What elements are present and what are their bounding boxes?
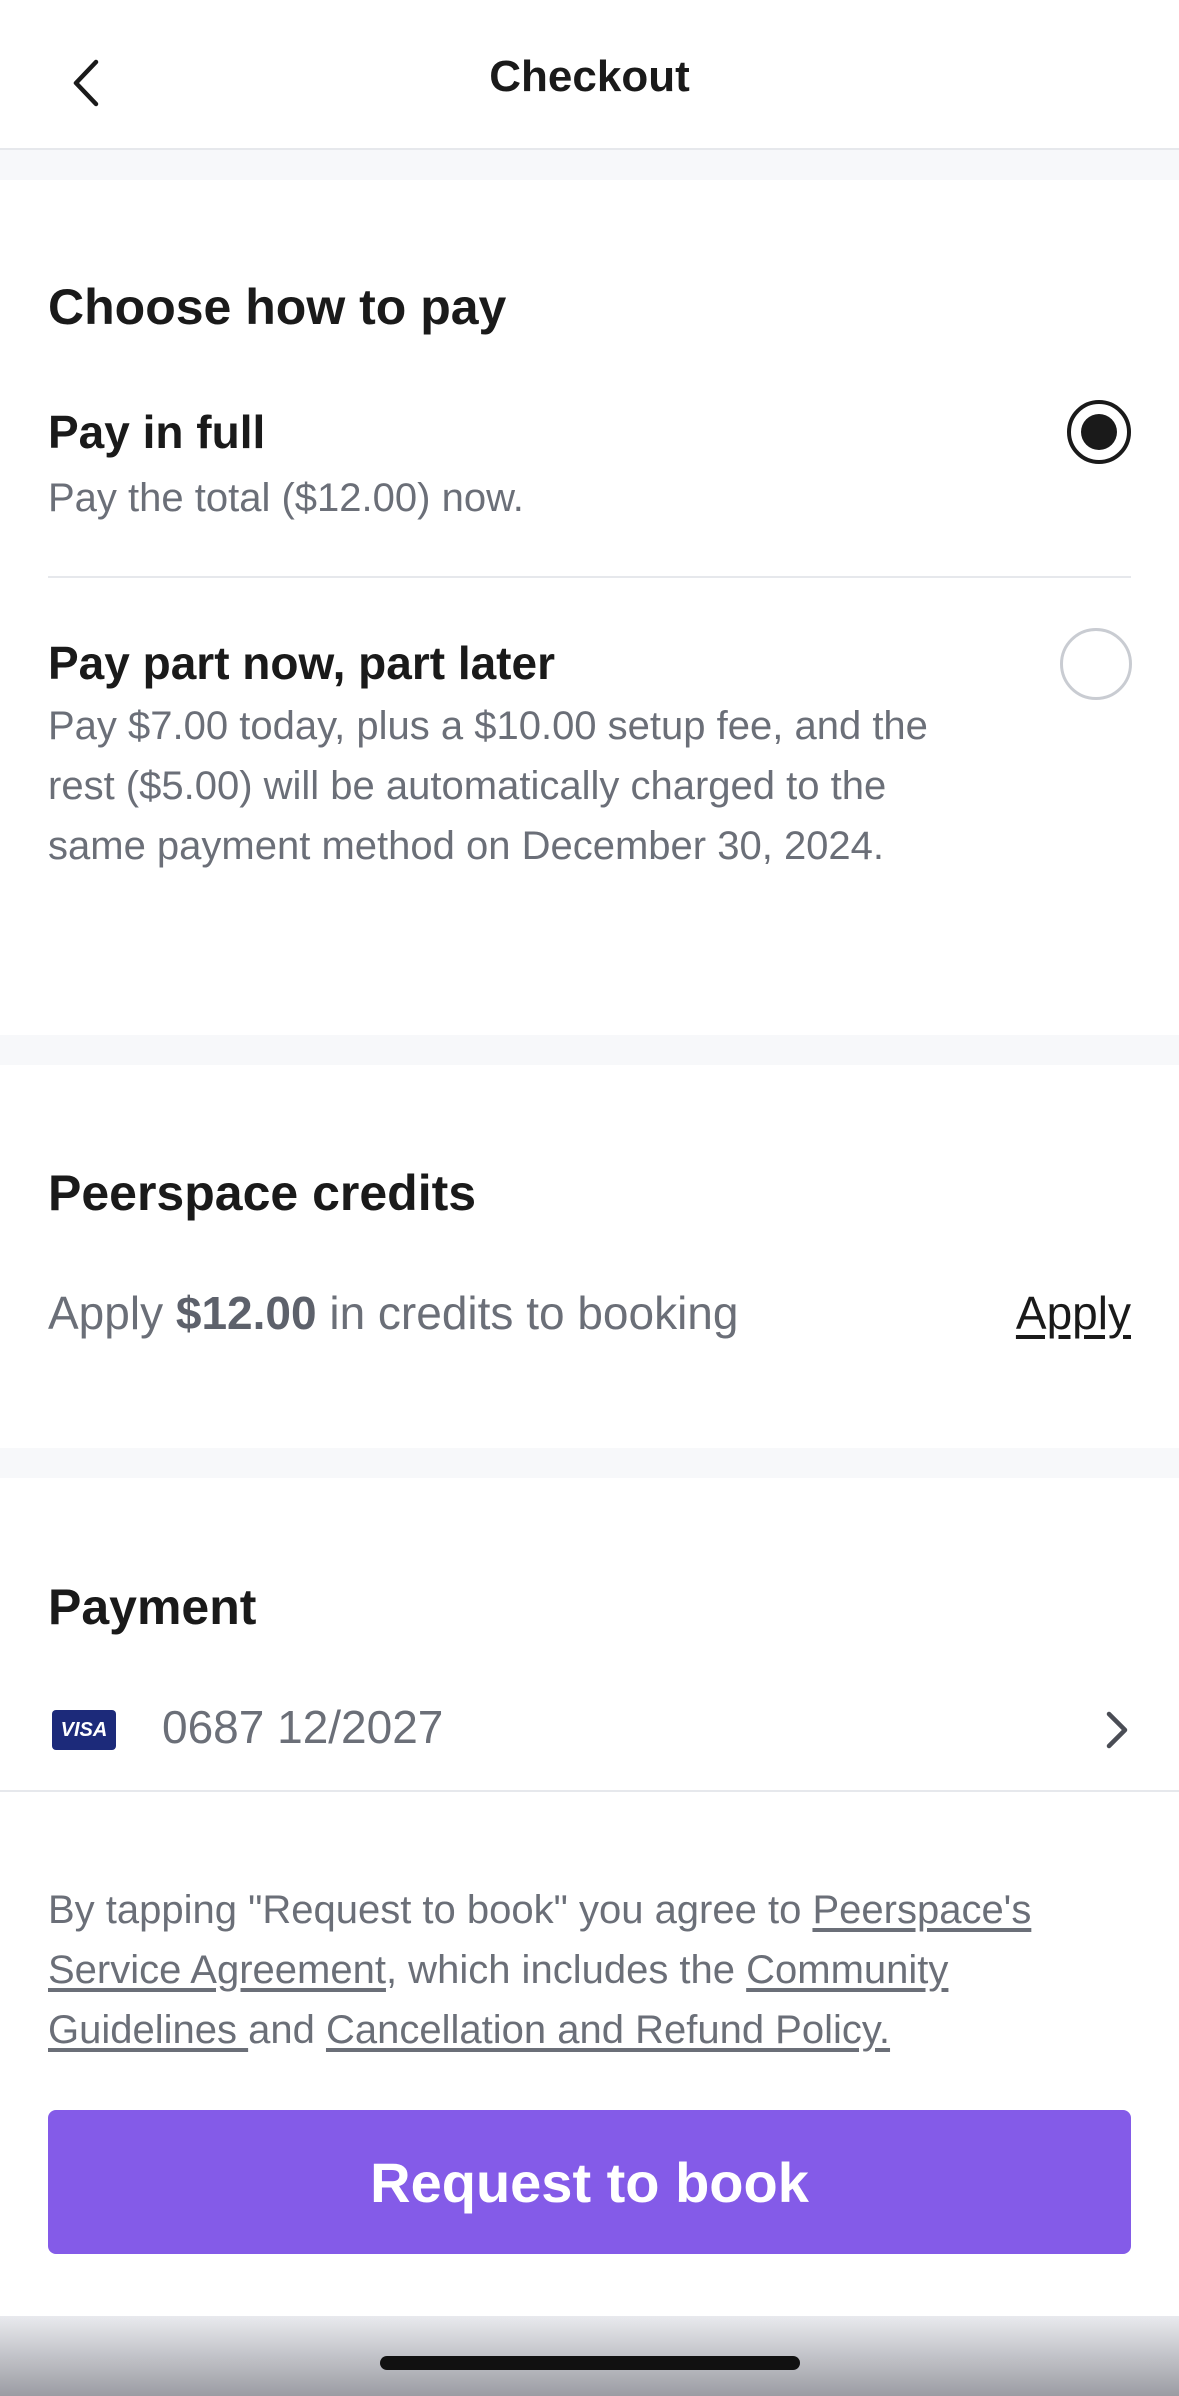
pay-in-full-title[interactable]: Pay in full [48,405,265,459]
option-divider [48,576,1131,578]
terms-and: and [248,2008,326,2052]
payment-heading: Payment [48,1579,257,1635]
credits-heading: Peerspace credits [48,1165,477,1221]
pay-part-radio[interactable] [1060,628,1132,700]
page-title: Checkout [489,52,690,101]
credits-text-before: Apply [48,1287,176,1339]
request-to-book-button[interactable]: Request to book [48,2110,1131,2254]
header-bar: Checkout [0,0,1179,150]
section-separator [0,150,1179,180]
credits-text: Apply $12.00 in credits to booking [48,1286,738,1340]
visa-card-icon: VISA [52,1710,116,1750]
terms-prefix: By tapping "Request to book" you agree t… [48,1888,813,1932]
payment-card-row[interactable]: 0687 12/2027 [162,1700,443,1754]
choose-pay-heading: Choose how to pay [48,279,507,335]
payment-divider [0,1790,1179,1792]
credits-text-after: in credits to booking [316,1287,739,1339]
section-separator [0,1448,1179,1478]
pay-in-full-description: Pay the total ($12.00) now. [48,476,524,520]
chevron-right-icon[interactable] [1101,1710,1131,1750]
pay-part-title[interactable]: Pay part now, part later [48,636,555,690]
pay-part-description: Pay $7.00 today, plus a $10.00 setup fee… [48,704,928,868]
pay-in-full-radio[interactable] [1067,400,1131,464]
radio-selected-dot [1081,414,1117,450]
cancellation-policy-link[interactable]: Cancellation and Refund Policy. [326,2008,890,2052]
terms-text: By tapping "Request to book" you agree t… [48,1880,1138,2060]
home-indicator[interactable] [380,2356,800,2370]
section-separator [0,1035,1179,1065]
terms-middle: , which includes the [385,1948,747,1992]
apply-credits-link[interactable]: Apply [1016,1286,1131,1340]
credits-amount: $12.00 [175,1287,317,1339]
